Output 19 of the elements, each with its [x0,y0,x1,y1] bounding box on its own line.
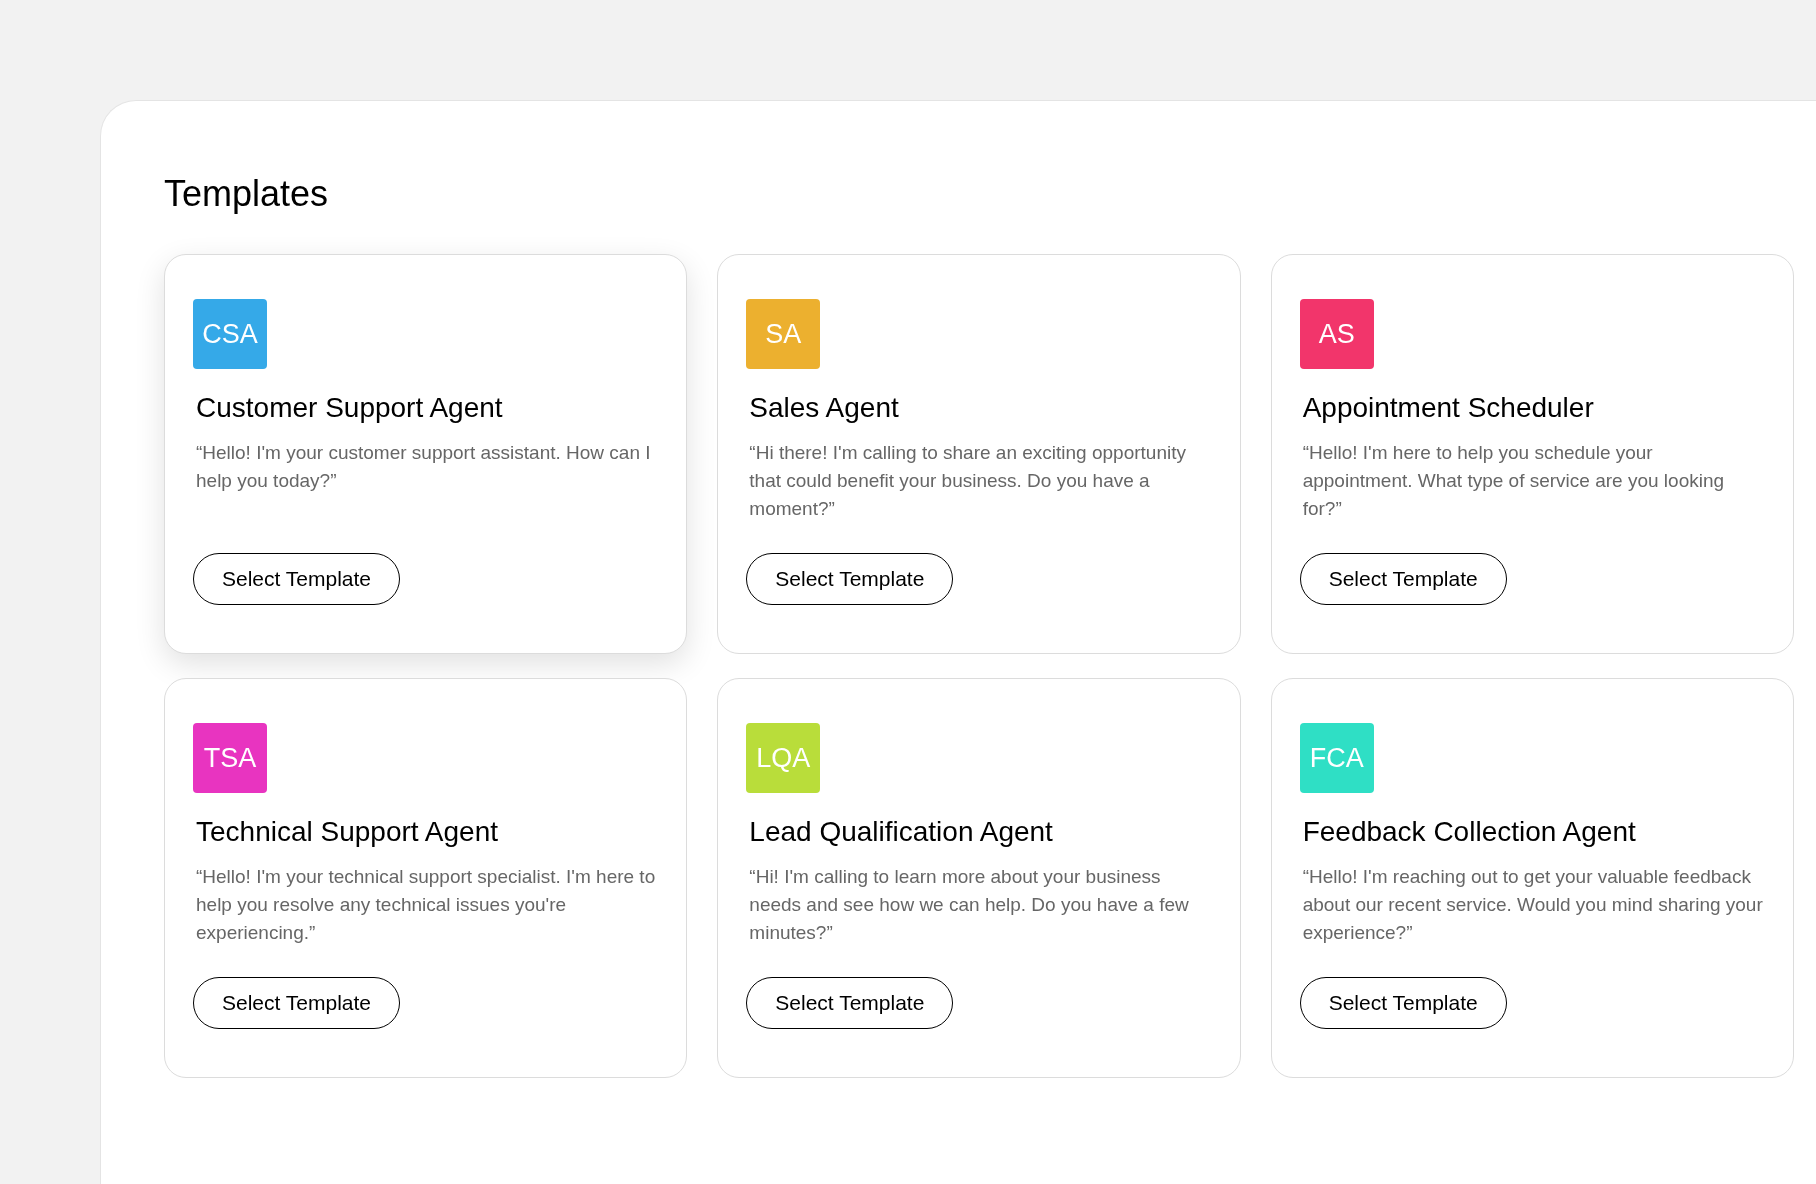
template-greeting: “Hello! I'm here to help you schedule your appointment. What type of service are you looking for?” [1302,441,1726,521]
template-badge: AS [1299,299,1374,369]
template-name: Technical Support Agent [196,815,499,849]
template-badge: CSA [193,299,267,369]
template-name: Lead Qualification Agent [749,815,1054,849]
template-badge: TSA [193,723,267,793]
template-badge: FCA [1299,723,1374,793]
template-greeting: “Hello! I'm your customer support assistant. How can I help you today?” [196,441,652,493]
page-title: Templates [164,172,330,216]
template-badge: SA [746,299,821,369]
template-name: Sales Agent [749,391,900,425]
template-greeting: “Hello! I'm your technical support specialist. I'm here to help you resolve any technical issues you're experiencing.” [196,865,657,945]
template-name: Feedback Collection Agent [1302,815,1637,849]
template-badge: LQA [746,723,821,793]
template-name: Appointment Scheduler [1302,391,1595,425]
template-greeting: “Hello! I'm reaching out to get your valuable feedback about our recent service. Would you mind sharing your experience?” [1302,865,1764,945]
template-greeting: “Hi! I'm calling to learn more about your business needs and see how we can help. Do you have a few minutes?” [749,865,1190,945]
template-name: Customer Support Agent [196,391,504,425]
template-greeting: “Hi there! I'm calling to share an exciting opportunity that could benefit your business. Do you have a moment?” [749,441,1187,521]
